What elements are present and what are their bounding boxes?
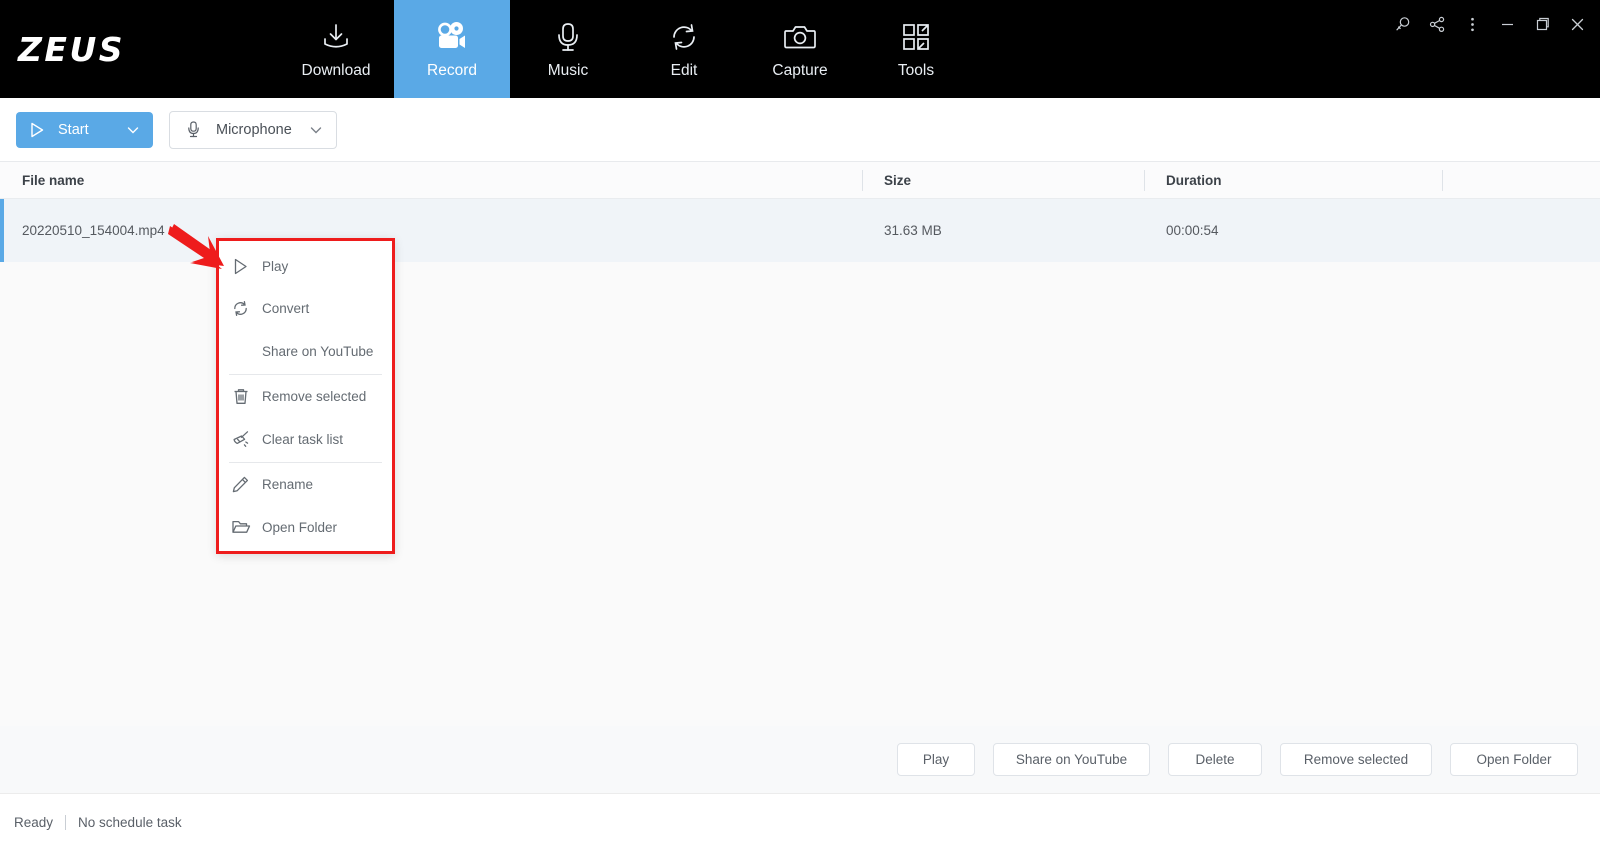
- share-on-youtube-button[interactable]: Share on YouTube: [993, 743, 1150, 776]
- nav-label-edit: Edit: [670, 61, 698, 79]
- microphone-icon: [552, 19, 584, 55]
- app-logo: ZEUS: [0, 0, 200, 98]
- nav-item-music[interactable]: Music: [510, 0, 626, 98]
- nav-item-download[interactable]: Download: [278, 0, 394, 98]
- share-nodes-icon[interactable]: [1422, 10, 1452, 38]
- column-header-file-name[interactable]: File name: [0, 162, 862, 199]
- nav-label-record: Record: [427, 61, 477, 79]
- maximize-icon[interactable]: [1527, 10, 1557, 38]
- open-folder-button[interactable]: Open Folder: [1450, 743, 1578, 776]
- minimize-icon[interactable]: [1492, 10, 1522, 38]
- column-header-size[interactable]: Size: [862, 162, 1144, 199]
- column-header-duration[interactable]: Duration: [1144, 162, 1442, 199]
- microphone-icon: [170, 120, 216, 139]
- more-vertical-icon[interactable]: [1457, 10, 1487, 38]
- cell-size: 31.63 MB: [862, 199, 1144, 262]
- nav-label-tools: Tools: [897, 61, 935, 79]
- file-table-header: File name Size Duration: [0, 162, 1600, 199]
- button-label: Open Folder: [1476, 752, 1552, 767]
- nav-item-record[interactable]: Record: [394, 0, 510, 98]
- context-menu-label: Clear task list: [262, 431, 344, 447]
- close-icon[interactable]: [1562, 10, 1592, 38]
- context-menu-item-clear-task-list[interactable]: Clear task list: [219, 418, 392, 461]
- file-name-text: 20220510_154004.mp4: [22, 223, 165, 238]
- context-menu-separator: [229, 373, 382, 375]
- column-divider: [1144, 169, 1145, 191]
- context-menu-label: Rename: [262, 477, 314, 493]
- context-menu-item-play[interactable]: Play: [219, 245, 392, 288]
- broom-icon: [219, 429, 262, 449]
- microphone-select-button[interactable]: Microphone: [169, 110, 337, 149]
- context-menu-item-convert[interactable]: Convert: [219, 288, 392, 331]
- cell-file-name: 20220510_154004.mp4: [0, 199, 862, 262]
- chevron-down-icon[interactable]: [296, 123, 336, 137]
- context-menu-item-remove-selected[interactable]: Remove selected: [219, 376, 392, 419]
- cell-duration: 00:00:54: [1144, 199, 1442, 262]
- column-divider: [862, 169, 863, 191]
- remove-selected-button[interactable]: Remove selected: [1280, 743, 1432, 776]
- context-menu-label: Play: [262, 258, 289, 274]
- button-label: Remove selected: [1303, 752, 1409, 767]
- app-header: ZEUS Download Record Music Edit Capture …: [0, 0, 1600, 98]
- camera-icon: [782, 19, 818, 55]
- convert-icon: [219, 299, 262, 318]
- row-selected-accent: [0, 199, 4, 262]
- nav-item-tools[interactable]: Tools: [858, 0, 974, 98]
- play-triangle-icon: [16, 121, 58, 139]
- column-label: File name: [22, 172, 85, 188]
- status-state-text: Ready: [14, 814, 54, 830]
- context-menu-list: Play Convert Share on YouTube Remove sel…: [219, 241, 392, 551]
- nav-item-edit[interactable]: Edit: [626, 0, 742, 98]
- context-menu-label: Convert: [262, 301, 310, 317]
- context-menu-label: Share on YouTube: [262, 343, 374, 359]
- download-icon: [319, 19, 353, 55]
- context-menu-item-rename[interactable]: Rename: [219, 464, 392, 507]
- trash-icon: [219, 387, 262, 406]
- column-header-extra[interactable]: [1442, 162, 1600, 199]
- column-label: Size: [884, 172, 912, 188]
- start-button[interactable]: Start: [16, 111, 153, 148]
- action-toolbar: Start Microphone: [0, 98, 1600, 162]
- button-label: Delete: [1195, 752, 1235, 767]
- pencil-icon: [219, 475, 262, 494]
- button-label: Share on YouTube: [1015, 752, 1128, 767]
- status-bar: Ready No schedule task: [0, 793, 1600, 850]
- context-menu-item-open-folder[interactable]: Open Folder: [219, 506, 392, 549]
- delete-button[interactable]: Delete: [1168, 743, 1262, 776]
- nav-label-capture: Capture: [772, 61, 828, 79]
- start-button-label: Start: [58, 121, 89, 138]
- play-button[interactable]: Play: [897, 743, 975, 776]
- file-duration-text: 00:00:54: [1166, 223, 1219, 238]
- file-size-text: 31.63 MB: [884, 223, 942, 238]
- context-menu-item-share-on-youtube[interactable]: Share on YouTube: [219, 330, 392, 373]
- video-camera-icon: [434, 19, 470, 55]
- context-menu: Play Convert Share on YouTube Remove sel…: [216, 238, 395, 554]
- nav-item-capture[interactable]: Capture: [742, 0, 858, 98]
- status-divider: [65, 814, 67, 830]
- nav-label-music: Music: [547, 61, 589, 79]
- context-menu-label: Remove selected: [262, 389, 367, 405]
- brand-text: ZEUS: [18, 29, 126, 69]
- window-controls: [1387, 10, 1592, 38]
- refresh-arrows-icon: [667, 19, 701, 55]
- nav-label-download: Download: [301, 61, 371, 79]
- button-label: Play: [922, 752, 950, 767]
- grid-squares-icon: [900, 19, 932, 55]
- microphone-button-label: Microphone: [216, 121, 292, 138]
- cell-extra: [1442, 199, 1600, 262]
- context-menu-separator: [229, 461, 382, 463]
- status-schedule-text: No schedule task: [78, 814, 182, 830]
- bottom-action-bar: Play Share on YouTube Delete Remove sele…: [0, 726, 1600, 793]
- main-nav: Download Record Music Edit Capture Tools: [278, 0, 974, 98]
- column-label: Duration: [1166, 172, 1222, 188]
- chevron-down-icon[interactable]: [113, 123, 153, 137]
- column-divider: [1442, 169, 1443, 191]
- context-menu-label: Open Folder: [262, 519, 338, 535]
- folder-icon: [219, 518, 262, 536]
- app-window: ZEUS Download Record Music Edit Capture …: [0, 0, 1600, 850]
- search-key-icon[interactable]: [1387, 10, 1417, 38]
- play-icon: [219, 257, 262, 276]
